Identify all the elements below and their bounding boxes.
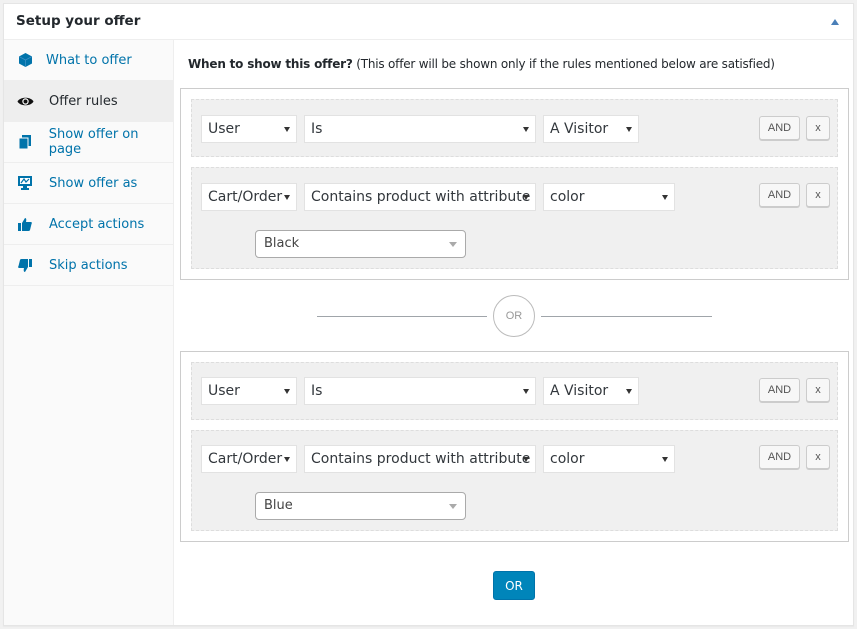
rule-value-select[interactable]: color bbox=[543, 445, 675, 473]
rule-group: User Is A Visitor AND x Cart/Order Conta… bbox=[180, 351, 849, 542]
offer-rules-content: When to show this offer? (This offer wil… bbox=[175, 40, 853, 625]
rule-row: Cart/Order Contains product with attribu… bbox=[191, 430, 838, 531]
and-button[interactable]: AND bbox=[759, 116, 800, 140]
desktop-icon bbox=[16, 175, 34, 191]
triangle-up-icon[interactable] bbox=[831, 19, 839, 25]
rule-operator-select[interactable]: Is bbox=[304, 377, 536, 405]
attribute-value-select[interactable]: Black bbox=[255, 230, 466, 258]
panel-header[interactable]: Setup your offer bbox=[4, 4, 853, 40]
separator-line bbox=[317, 316, 487, 317]
eye-icon bbox=[16, 93, 34, 109]
rule-operator-select[interactable]: Contains product with attribute bbox=[304, 445, 536, 473]
remove-rule-button[interactable]: x bbox=[806, 116, 830, 140]
sidebar-item-skip-actions[interactable]: Skip actions bbox=[4, 245, 173, 286]
cube-icon bbox=[16, 52, 34, 68]
sidebar-item-show-offer-on-page[interactable]: Show offer on page bbox=[4, 122, 173, 163]
dropdown-caret-icon bbox=[284, 127, 290, 132]
remove-rule-button[interactable]: x bbox=[806, 378, 830, 402]
rules-heading: When to show this offer? (This offer wil… bbox=[188, 57, 775, 71]
sidebar-item-label: Accept actions bbox=[49, 216, 145, 232]
dropdown-caret-icon bbox=[662, 195, 668, 200]
rule-operator-select[interactable]: Is bbox=[304, 115, 536, 143]
separator-line bbox=[541, 316, 712, 317]
rule-group: User Is A Visitor AND x Cart/Order Conta… bbox=[180, 88, 849, 280]
panel-title: Setup your offer bbox=[16, 13, 141, 29]
rule-field-select[interactable]: Cart/Order bbox=[201, 183, 297, 211]
add-or-group-button[interactable]: OR bbox=[493, 571, 535, 600]
remove-rule-button[interactable]: x bbox=[806, 445, 830, 469]
sidebar-item-what-to-offer[interactable]: What to offer bbox=[4, 40, 173, 81]
dropdown-caret-icon bbox=[626, 389, 632, 394]
rule-field-select[interactable]: User bbox=[201, 115, 297, 143]
or-separator: OR bbox=[317, 295, 712, 337]
rule-field-select[interactable]: User bbox=[201, 377, 297, 405]
rule-value-select[interactable]: A Visitor bbox=[543, 377, 639, 405]
and-button[interactable]: AND bbox=[759, 378, 800, 402]
remove-rule-button[interactable]: x bbox=[806, 183, 830, 207]
dropdown-caret-icon bbox=[662, 457, 668, 462]
dropdown-caret-icon bbox=[284, 457, 290, 462]
sidebar-item-label: Skip actions bbox=[49, 257, 128, 273]
sidebar-item-label: Offer rules bbox=[49, 93, 118, 109]
dropdown-caret-icon bbox=[449, 242, 457, 247]
setup-offer-panel: Setup your offer What to offer Offer rul… bbox=[3, 3, 854, 626]
dropdown-caret-icon bbox=[523, 127, 529, 132]
and-button[interactable]: AND bbox=[759, 445, 800, 469]
sidebar-item-label: What to offer bbox=[46, 52, 132, 68]
dropdown-caret-icon bbox=[449, 504, 457, 509]
rules-heading-note: (This offer will be shown only if the ru… bbox=[352, 57, 775, 71]
and-button[interactable]: AND bbox=[759, 183, 800, 207]
dropdown-caret-icon bbox=[626, 127, 632, 132]
sidebar-item-show-offer-as[interactable]: Show offer as bbox=[4, 163, 173, 204]
dropdown-caret-icon bbox=[284, 195, 290, 200]
sidebar-item-label: Show offer as bbox=[49, 175, 138, 191]
rule-row: User Is A Visitor AND x bbox=[191, 362, 838, 420]
rule-field-select[interactable]: Cart/Order bbox=[201, 445, 297, 473]
rule-value-select[interactable]: color bbox=[543, 183, 675, 211]
rule-row: Cart/Order Contains product with attribu… bbox=[191, 167, 838, 269]
pages-icon bbox=[16, 134, 34, 150]
rule-value-select[interactable]: A Visitor bbox=[543, 115, 639, 143]
rules-heading-title: When to show this offer? bbox=[188, 57, 353, 71]
rule-operator-select[interactable]: Contains product with attribute bbox=[304, 183, 536, 211]
thumbs-up-icon bbox=[16, 216, 34, 232]
or-separator-badge: OR bbox=[493, 295, 535, 337]
dropdown-caret-icon bbox=[523, 389, 529, 394]
sidebar-item-offer-rules[interactable]: Offer rules bbox=[4, 81, 173, 122]
rule-row: User Is A Visitor AND x bbox=[191, 99, 838, 157]
dropdown-caret-icon bbox=[523, 195, 529, 200]
attribute-value-select[interactable]: Blue bbox=[255, 492, 466, 520]
dropdown-caret-icon bbox=[284, 389, 290, 394]
sidebar-item-label: Show offer on page bbox=[48, 127, 139, 157]
sidebar-tabs: What to offer Offer rules Show offer on … bbox=[4, 40, 174, 625]
sidebar-item-accept-actions[interactable]: Accept actions bbox=[4, 204, 173, 245]
thumbs-down-icon bbox=[16, 257, 34, 273]
dropdown-caret-icon bbox=[523, 457, 529, 462]
